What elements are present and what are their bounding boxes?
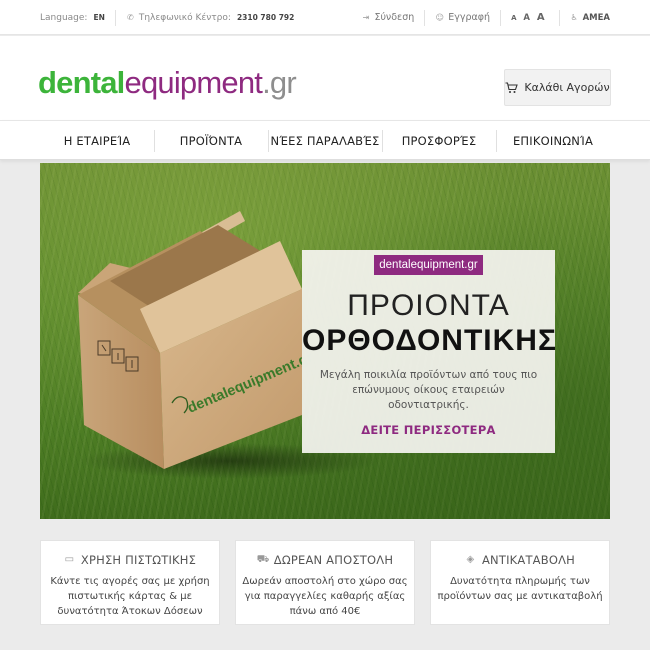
feature-title: ΑΝΤΙΚΑΤΑΒΟΛΗ [481, 553, 576, 567]
hero-banner[interactable]: dentalequipment.gr dentalequipment.gr ΠΡ… [40, 163, 610, 519]
font-size-controls: A A A [511, 12, 549, 23]
feature-text: Κάντε τις αγορές σας με χρήση πιστωτικής… [50, 576, 210, 617]
nav-item-offers[interactable]: ΠΡΟΣΦΟΡΈΣ [382, 130, 496, 152]
logo-gr: .gr [262, 65, 297, 100]
font-size-small[interactable]: A [511, 14, 516, 22]
promo-tag: dentalequipment.gr [374, 255, 483, 275]
promo-title-line2: ΟΡΘΟΔΟΝΤΙΚΗΣ [302, 324, 557, 357]
feature-text: Δωρεάν αποστολή στο χώρο σας για παραγγε… [242, 576, 408, 617]
nav-item-contact[interactable]: ΕΠΙΚΟΙΝΩΝΊΑ [496, 130, 610, 152]
main-nav: Η ΕΤΑΙΡΕΊΑ ΠΡΟΪΌΝΤΑ ΝΈΕΣ ΠΑΡΑΛΑΒΈΣ ΠΡΟΣΦ… [0, 120, 650, 160]
top-bar: Language: EN ✆ Τηλεφωνικό Κέντρο: 2310 7… [0, 0, 650, 35]
logo-dental: dental [38, 65, 125, 100]
divider [114, 9, 116, 26]
divider [424, 9, 426, 26]
accessibility-icon: ♿ [570, 13, 578, 22]
features-row: ▭ ΧΡΗΣΗ ΠΙΣΤΩΤΙΚΗΣ Κάντε τις αγορές σας … [40, 540, 610, 625]
feature-title: ΧΡΗΣΗ ΠΙΣΤΩΤΙΚΗΣ [80, 553, 197, 567]
promo-card: dentalequipment.gr ΠΡΟΙΟΝΤΑ ΟΡΘΟΔΟΝΤΙΚΗΣ… [302, 250, 557, 453]
phone-icon: ✆ [127, 13, 134, 22]
feature-card-shipping: ⛟ ΔΩΡΕΑΝ ΑΠΟΣΤΟΛΗ Δωρεάν αποστολή στο χώ… [235, 540, 415, 625]
language-selector[interactable]: EN [93, 13, 104, 22]
feature-text: Δυνατότητα πληρωμής των προϊόντων σας με… [437, 576, 603, 602]
promo-title-line1: ΠΡΟΙΟΝΤΑ [347, 289, 510, 322]
tag-icon: ◈ [466, 554, 475, 565]
login-link[interactable]: ⇥ Σύνδεση [361, 12, 415, 23]
nav-item-products[interactable]: ΠΡΟΪΌΝΤΑ [154, 130, 268, 152]
credit-card-icon: ▭ [64, 554, 75, 565]
user-icon: ☺ [435, 13, 444, 22]
feature-card-cod: ◈ ΑΝΤΙΚΑΤΑΒΟΛΗ Δυνατότητα πληρωμής των π… [430, 540, 610, 625]
divider [558, 9, 560, 26]
divider [500, 9, 502, 26]
see-more-link[interactable]: ΔΕΙΤΕ ΠΕΡΙΣΣΟΤΕΡΑ [302, 423, 555, 437]
logo-equipment: equipment [124, 65, 263, 100]
header: dentalequipment.gr Καλάθι Αγορών [0, 36, 650, 120]
font-size-large[interactable]: A [537, 12, 545, 23]
font-size-medium[interactable]: A [523, 13, 530, 23]
language-label: Language: [40, 12, 88, 23]
register-link[interactable]: ☺ Εγγραφή [435, 12, 491, 23]
login-label: Σύνδεση [374, 12, 415, 23]
nav-item-new-arrivals[interactable]: ΝΈΕΣ ΠΑΡΑΛΑΒΈΣ [268, 130, 382, 152]
cart-button[interactable]: Καλάθι Αγορών [504, 69, 611, 106]
accessibility-link[interactable]: AMEA [583, 13, 610, 23]
feature-title: ΔΩΡΕΑΝ ΑΠΟΣΤΟΛΗ [273, 553, 394, 567]
site-logo[interactable]: dentalequipment.gr [38, 65, 297, 100]
phone-label: Τηλεφωνικό Κέντρο: [138, 12, 231, 23]
register-label: Εγγραφή [448, 12, 491, 23]
promo-description: Μεγάλη ποικιλία προϊόντων από τους πιο ε… [319, 369, 538, 411]
cart-icon [505, 81, 519, 93]
cart-label: Καλάθι Αγορών [524, 81, 610, 94]
nav-item-company[interactable]: Η ΕΤΑΙΡΕΊΑ [40, 134, 154, 148]
truck-icon: ⛟ [256, 554, 270, 565]
feature-card-credit: ▭ ΧΡΗΣΗ ΠΙΣΤΩΤΙΚΗΣ Κάντε τις αγορές σας … [40, 540, 220, 625]
phone-number[interactable]: 2310 780 792 [237, 13, 294, 22]
login-icon: ⇥ [362, 13, 370, 22]
